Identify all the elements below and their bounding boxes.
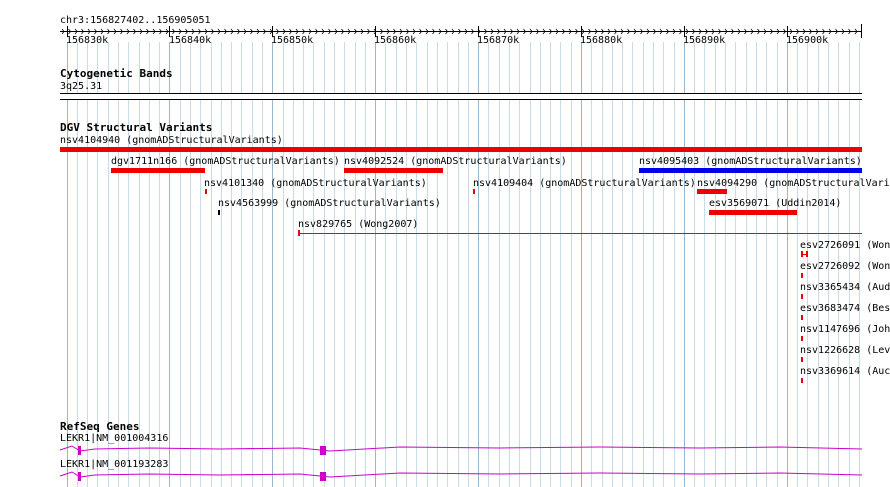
sv-bar-loss[interactable]: [697, 189, 727, 194]
cytoband-track-title[interactable]: Cytogenetic Bands: [60, 68, 173, 79]
sv-bar-loss[interactable]: [344, 168, 443, 173]
ruler-tick-label: 156840k: [169, 35, 212, 46]
genome-browser-view: chr3:156827402..156905051 156830k 156840…: [0, 0, 890, 487]
sv-bar-loss[interactable]: [801, 378, 803, 383]
sv-label: nsv4094290 (gnomADStructuralVariants): [697, 178, 890, 189]
dgv-track-title[interactable]: DGV Structural Variants: [60, 122, 212, 133]
sv-label: nsv4101340 (gnomADStructuralVariants): [204, 178, 427, 189]
sv-line-end-tick: [806, 251, 808, 257]
sv-bar-loss[interactable]: [473, 189, 475, 194]
sv-label: nsv4092524 (gnomADStructuralVariants): [344, 156, 567, 167]
sv-bar-loss[interactable]: [60, 147, 862, 152]
ruler-tick-label: 156870k: [477, 35, 520, 46]
sv-label: nsv3365434 (Aud: [800, 282, 890, 293]
sv-label: esv2726092 (Won: [800, 261, 890, 272]
ruler-tick-label: 156900k: [786, 35, 829, 46]
sv-bar-loss[interactable]: [801, 294, 803, 299]
sv-label: nsv1226628 (Lev: [800, 345, 890, 356]
ruler-tick-label: 156830k: [66, 35, 109, 46]
sv-label: nsv4563999 (gnomADStructuralVariants): [218, 198, 441, 209]
sv-line-start-tick: [298, 230, 300, 236]
sv-bar-loss[interactable]: [709, 210, 797, 215]
sv-label: nsv829765 (Wong2007): [298, 219, 419, 230]
sv-bar-gain[interactable]: [639, 168, 862, 173]
sv-label: nsv4104940 (gnomADStructuralVariants): [60, 135, 283, 146]
ruler-tick-label: 156880k: [580, 35, 623, 46]
sv-label: esv3569071 (Uddin2014): [709, 198, 842, 209]
sv-label: nsv3369614 (Auc: [800, 366, 890, 377]
sv-bar-loss[interactable]: [205, 189, 207, 194]
gene-label: LEKR1|NM_001004316: [60, 433, 169, 444]
sv-label: esv2726091 (Won: [800, 240, 890, 251]
sv-bar-loss[interactable]: [111, 168, 205, 173]
ruler-range-label: chr3:156827402..156905051: [60, 15, 211, 26]
sv-bar-loss[interactable]: [801, 336, 803, 341]
ruler-tick-label: 156890k: [683, 35, 726, 46]
sv-label: nsv1147696 (Joh: [800, 324, 890, 335]
sv-label: nsv4109404 (gnomADStructuralVariants): [473, 178, 696, 189]
sv-label: dgv1711n166 (gnomADStructuralVariants): [111, 156, 340, 167]
sv-label: nsv4095403 (gnomADStructuralVariants): [639, 156, 862, 167]
sv-bar-loss[interactable]: [801, 357, 803, 362]
ruler-tick-label: 156860k: [374, 35, 417, 46]
sv-line-loss[interactable]: [298, 233, 862, 234]
refseq-track-title[interactable]: RefSeq Genes: [60, 421, 139, 432]
sv-bar-loss[interactable]: [801, 315, 803, 320]
sv-line-start-tick: [801, 251, 803, 257]
ruler-tick-label: 156850k: [271, 35, 314, 46]
gene-label: LEKR1|NM_001193283: [60, 459, 169, 470]
cytoband-label: 3q25.31: [60, 81, 103, 92]
cytoband-bar[interactable]: [60, 93, 862, 100]
sv-bar-other[interactable]: [218, 210, 220, 215]
sv-bar-loss[interactable]: [801, 273, 803, 278]
sv-label: esv3683474 (Bes: [800, 303, 890, 314]
